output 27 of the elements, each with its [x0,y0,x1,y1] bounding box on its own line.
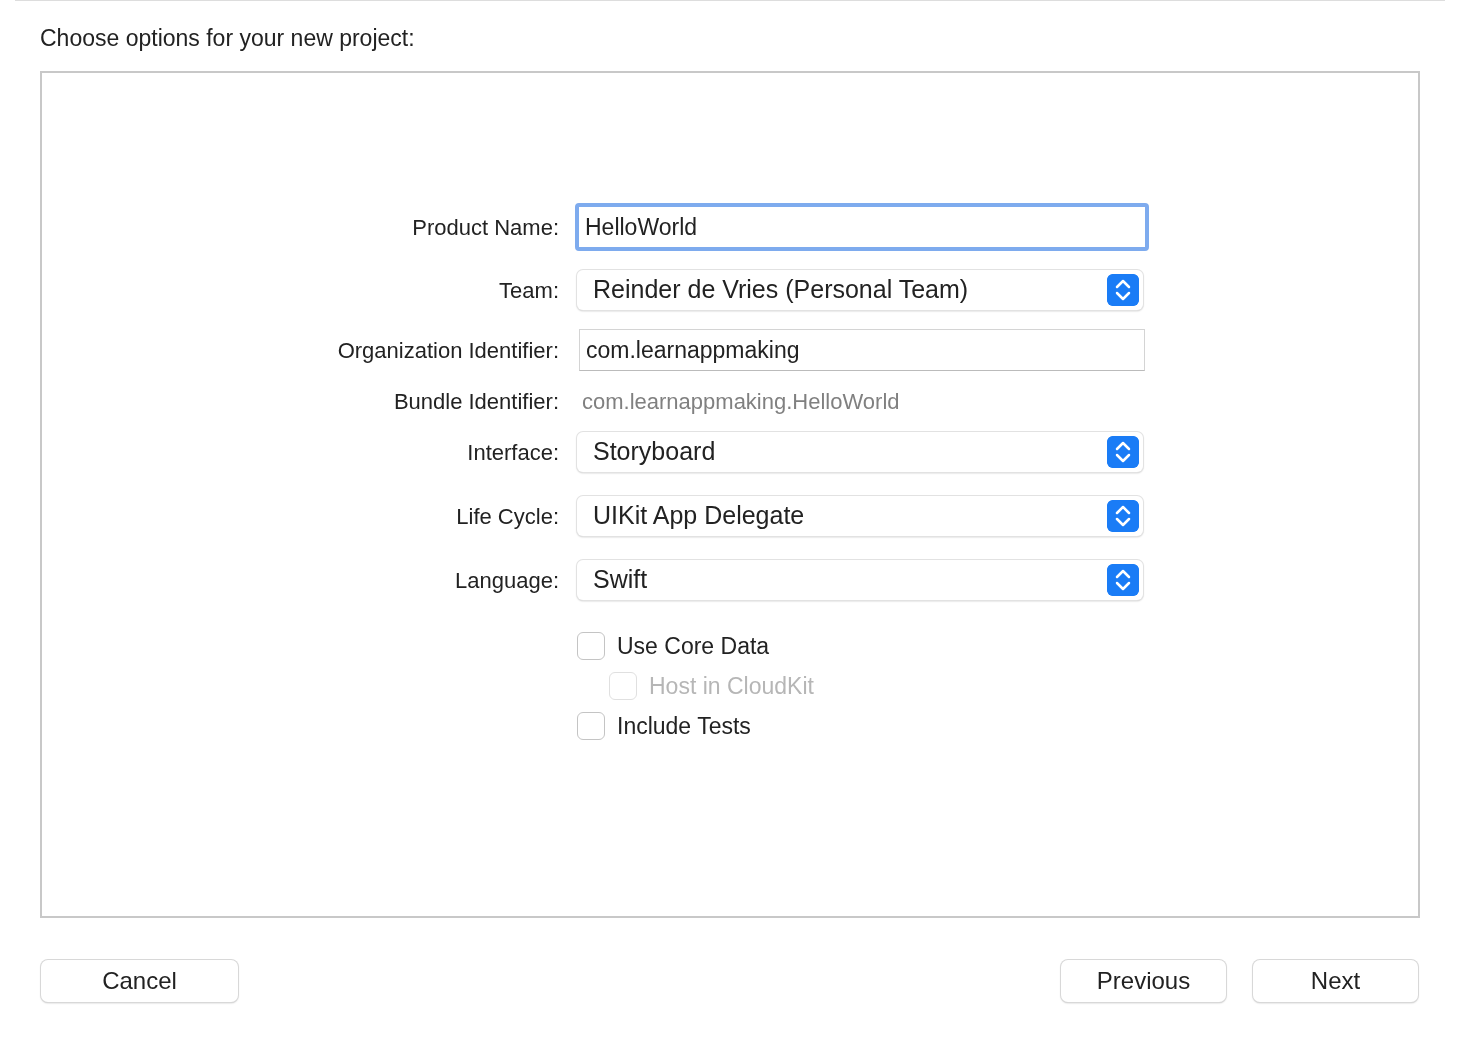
popup-button[interactable]: Swift [577,560,1143,600]
dialog-heading: Choose options for your new project: [40,24,416,53]
next-button[interactable]: Next [1253,960,1418,1002]
field-label: Language: [454,566,559,595]
text-field[interactable]: com.learnappmaking [579,329,1145,371]
field-label: Product Name: [411,213,559,242]
cancel-button[interactable]: Cancel [41,960,238,1002]
stepper-arrows-icon [1107,436,1139,468]
checkbox[interactable]: Use Core Data [577,626,1147,666]
checkbox-box[interactable] [577,632,605,660]
text-field[interactable]: HelloWorld [575,203,1149,251]
popup-button[interactable]: Reinder de Vries (Personal Team) [577,270,1143,310]
checkbox[interactable]: Include Tests [577,706,1147,746]
field-label: Bundle Identifier: [392,388,559,416]
field-label: Organization Identifier: [336,336,559,365]
popup-button[interactable]: Storyboard [577,432,1143,472]
field-label: Life Cycle: [455,502,559,531]
checkbox: Host in CloudKit [609,666,1147,706]
checkbox-box[interactable] [577,712,605,740]
popup-button[interactable]: UIKit App Delegate [577,496,1143,536]
stepper-arrows-icon [1107,500,1139,532]
stepper-arrows-icon [1107,564,1139,596]
stepper-arrows-icon [1107,274,1139,306]
field-label: Interface: [466,438,559,467]
bundle-identifier-text: com.learnappmaking.HelloWorld [581,388,901,416]
field-label: Team: [498,276,559,305]
previous-button[interactable]: Previous [1061,960,1226,1002]
